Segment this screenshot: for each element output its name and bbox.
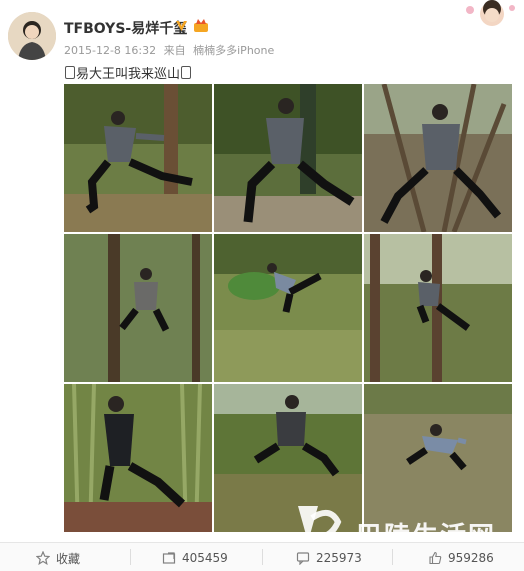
repost-icon	[162, 552, 176, 564]
post-image-6[interactable]	[364, 234, 512, 382]
comment-button[interactable]: 225973	[296, 549, 362, 567]
thumbs-up-icon	[429, 551, 442, 565]
post-meta: 2015-12-8 16:32 来自 楠楠多多iPhone	[64, 42, 278, 58]
avatar[interactable]	[8, 12, 56, 60]
like-count: 959286	[448, 551, 494, 565]
comment-icon	[296, 552, 310, 565]
profile-thumbnail	[454, 0, 518, 30]
post-datetime[interactable]: 2015-12-8 16:32	[64, 44, 156, 57]
image-grid	[64, 84, 514, 532]
post-image-7[interactable]	[64, 384, 212, 532]
username[interactable]: TFBOYS-易烊千玺	[64, 18, 187, 38]
bracket-emoji-icon	[181, 66, 192, 79]
comment-count: 225973	[316, 551, 362, 565]
post-image-2[interactable]	[214, 84, 362, 232]
post-image-3[interactable]	[364, 84, 512, 232]
verified-badge-icon	[176, 21, 187, 31]
post-image-1[interactable]	[64, 84, 212, 232]
like-button[interactable]: 959286	[428, 549, 494, 567]
repost-count: 405459	[182, 551, 228, 565]
vip-crown-icon	[194, 19, 208, 32]
repost-button[interactable]: 405459	[162, 549, 228, 567]
divider	[130, 549, 131, 565]
post-source[interactable]: 楠楠多多iPhone	[193, 44, 274, 57]
favorite-button[interactable]: 收藏	[36, 549, 80, 567]
divider	[392, 549, 393, 565]
post-text-content: 易大王叫我来巡山	[76, 67, 181, 82]
source-prefix: 来自	[163, 44, 186, 57]
favorite-label: 收藏	[56, 551, 81, 566]
star-icon	[36, 551, 50, 565]
post-image-5[interactable]	[214, 234, 362, 382]
post-image-4[interactable]	[64, 234, 212, 382]
divider	[262, 549, 263, 565]
avatar-image	[8, 12, 56, 60]
action-bar: 收藏 405459 225973 959286	[0, 542, 524, 571]
post-text: 易大王叫我来巡山	[64, 63, 192, 82]
bracket-emoji-icon	[65, 66, 75, 79]
